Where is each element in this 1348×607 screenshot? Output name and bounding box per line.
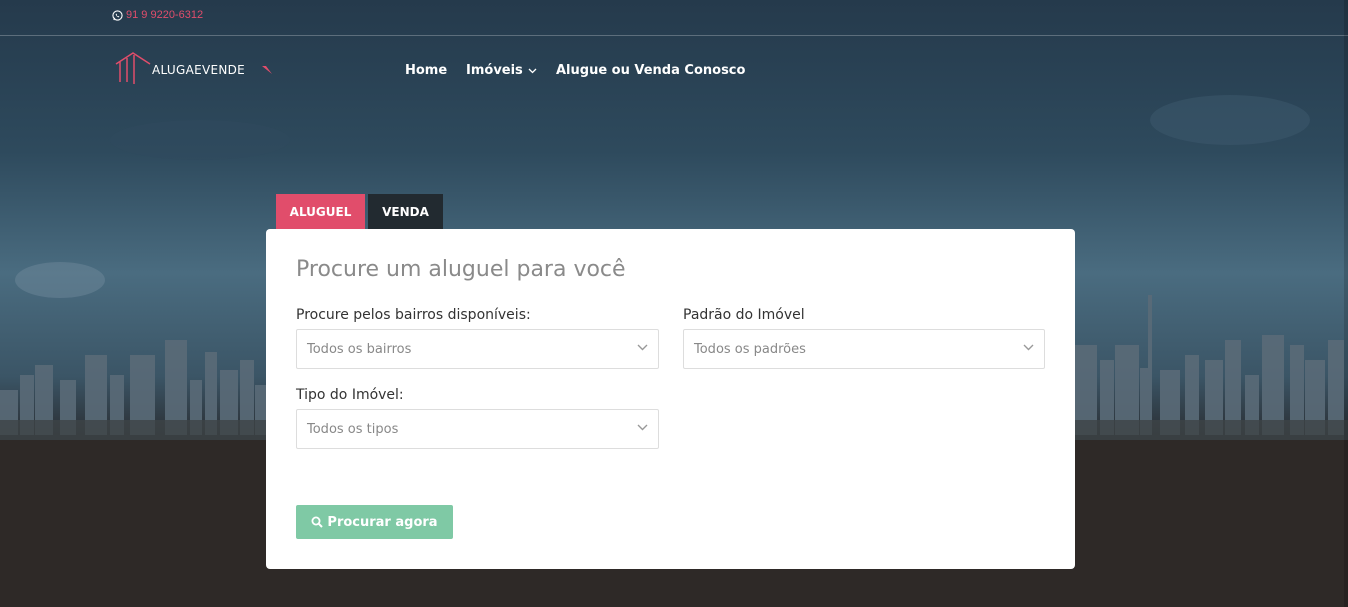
search-button-label: Procurar agora [327,514,438,530]
tab-venda[interactable]: VENDA [368,194,443,229]
phone-link[interactable]: 91 9 9220-6312 [112,9,203,21]
tipo-select-value: Todos os tipos [307,421,399,437]
search-icon [311,516,324,528]
logo-flag-icon [262,66,272,74]
padrao-label: Padrão do Imóvel [683,307,805,323]
padrao-select-value: Todos os padrões [694,341,806,357]
tipo-select[interactable]: Todos os tipos [296,409,659,449]
nav-imoveis[interactable]: Imóveis [466,63,537,78]
search-button[interactable]: Procurar agora [296,505,453,539]
padrao-select[interactable]: Todos os padrões [683,329,1045,369]
bairro-select-value: Todos os bairros [307,341,412,357]
tab-aluguel[interactable]: ALUGUEL [276,194,365,229]
nav-alugue-venda[interactable]: Alugue ou Venda Conosco [556,63,745,78]
chevron-down-icon [1023,344,1034,351]
tipo-label: Tipo do Imóvel: [296,387,404,403]
house-logo-icon [115,52,151,84]
chevron-down-icon [637,344,648,351]
search-tabs: ALUGUEL VENDA [276,194,443,229]
logo-text: ALUGAEVENDE [152,63,246,77]
chevron-down-icon [637,424,648,431]
nav-home[interactable]: Home [405,63,447,78]
top-bar: 91 9 9220-6312 [0,0,1348,36]
chevron-down-icon [528,68,537,73]
search-title: Procure um aluguel para você [296,257,626,282]
phone-number: 91 9 9220-6312 [126,9,204,21]
scrollbar[interactable] [1344,0,1348,607]
site-logo[interactable]: ALUGAEVENDE [114,50,274,86]
bairro-select[interactable]: Todos os bairros [296,329,659,369]
whatsapp-icon [112,9,123,21]
search-card: Procure um aluguel para você Procure pel… [266,229,1075,569]
bairro-label: Procure pelos bairros disponíveis: [296,307,531,323]
